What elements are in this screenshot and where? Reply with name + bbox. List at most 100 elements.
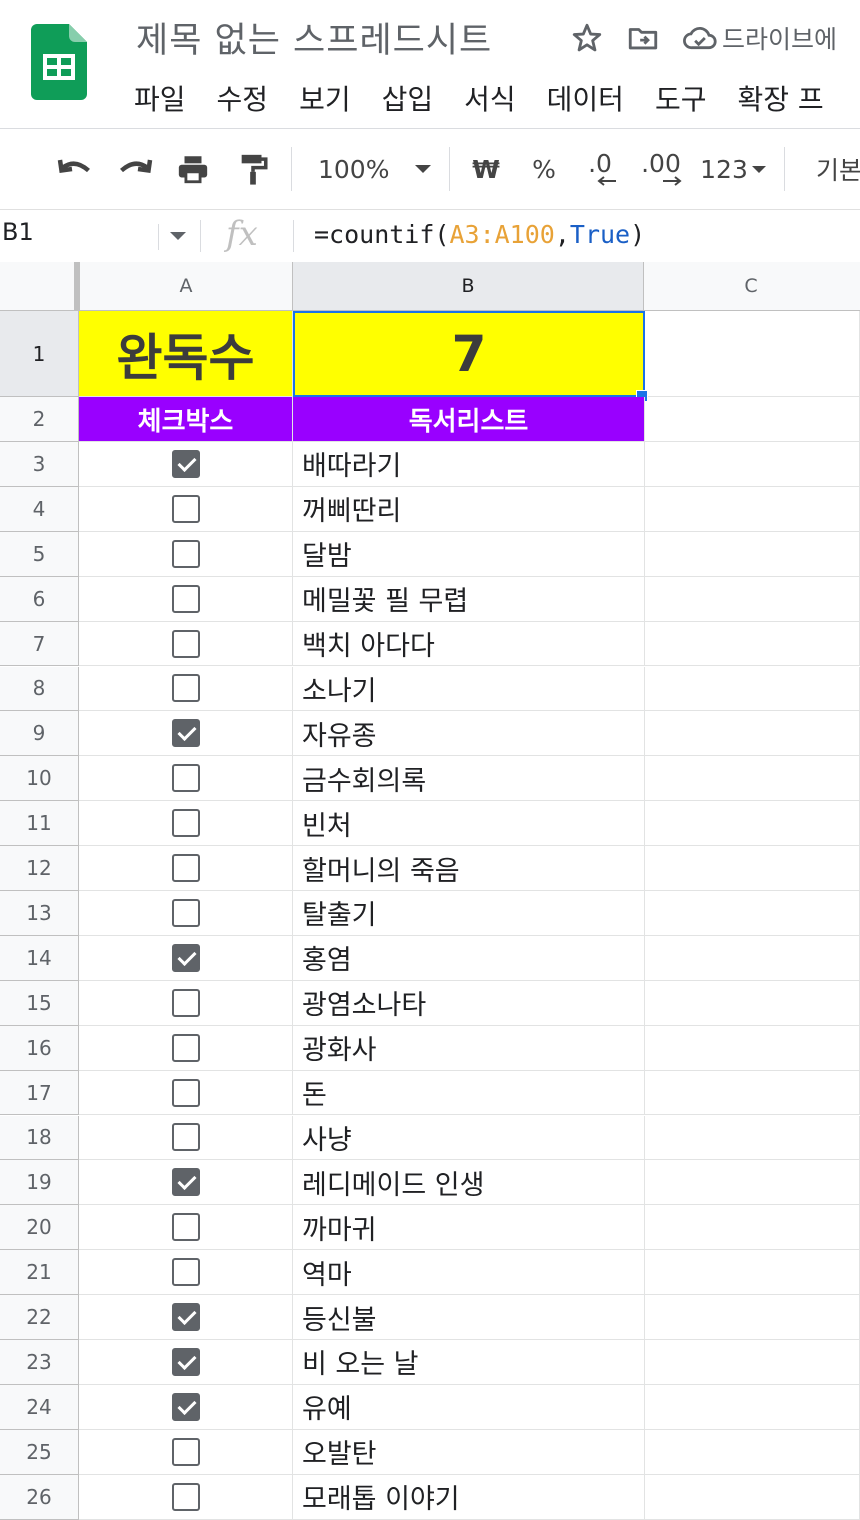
book-title-cell[interactable]: 금수회의록 — [293, 756, 645, 802]
empty-cell[interactable] — [645, 1295, 860, 1340]
select-all-corner[interactable] — [0, 262, 80, 310]
checkbox-unchecked[interactable] — [171, 854, 200, 883]
empty-cell[interactable] — [645, 1070, 860, 1116]
row-header[interactable]: 9 — [0, 711, 79, 757]
checkbox-checked[interactable] — [171, 719, 200, 748]
checkbox-unchecked[interactable] — [171, 809, 200, 838]
decrease-decimal-button[interactable]: .0 — [580, 129, 620, 209]
column-header-c[interactable]: C — [644, 262, 858, 310]
cell-a2[interactable]: 체크박스 — [79, 397, 293, 442]
checkbox-unchecked[interactable] — [171, 764, 200, 793]
menu-view[interactable]: 보기 — [299, 78, 351, 118]
checkbox-unchecked[interactable] — [171, 898, 200, 927]
document-title[interactable]: 제목 없는 스프레드시트 — [136, 12, 492, 63]
row-header[interactable]: 15 — [0, 980, 79, 1026]
checkbox-checked[interactable] — [171, 1392, 200, 1421]
book-title-cell[interactable]: 까마귀 — [293, 1205, 645, 1251]
book-title-cell[interactable]: 빈처 — [293, 801, 645, 847]
checkbox-unchecked[interactable] — [171, 1213, 200, 1242]
book-title-cell[interactable]: 등신불 — [293, 1295, 645, 1340]
move-folder-icon[interactable] — [626, 18, 660, 58]
checkbox-unchecked[interactable] — [171, 1078, 200, 1107]
book-title-cell[interactable]: 사냥 — [293, 1115, 645, 1161]
menu-tools[interactable]: 도구 — [655, 78, 707, 118]
checkbox-unchecked[interactable] — [171, 988, 200, 1017]
row-header[interactable]: 20 — [0, 1205, 79, 1251]
row-header[interactable]: 4 — [0, 486, 79, 532]
checkbox-unchecked[interactable] — [171, 1437, 200, 1466]
percent-format-button[interactable]: % — [528, 129, 560, 209]
sheets-logo-icon[interactable] — [31, 24, 87, 100]
empty-cell[interactable] — [645, 576, 860, 622]
currency-format-button[interactable]: ₩ — [468, 129, 504, 209]
number-format-select[interactable]: 123 — [696, 129, 770, 209]
row-header[interactable]: 6 — [0, 576, 79, 622]
checkbox-unchecked[interactable] — [171, 494, 200, 523]
empty-cell[interactable] — [645, 1474, 860, 1520]
book-title-cell[interactable]: 광염소나타 — [293, 980, 645, 1026]
empty-cell[interactable] — [645, 711, 860, 757]
book-title-cell[interactable]: 탈출기 — [293, 891, 645, 936]
book-title-cell[interactable]: 모래톱 이야기 — [293, 1474, 645, 1520]
empty-cell[interactable] — [645, 1115, 860, 1161]
checkbox-unchecked[interactable] — [171, 1482, 200, 1511]
row-header[interactable]: 19 — [0, 1160, 79, 1206]
empty-cell[interactable] — [645, 1205, 860, 1251]
empty-cell[interactable] — [645, 935, 860, 981]
empty-cell[interactable] — [645, 1384, 860, 1430]
menu-data[interactable]: 데이터 — [547, 78, 624, 118]
menu-extensions[interactable]: 확장 프 — [737, 78, 823, 118]
row-header[interactable]: 12 — [0, 846, 79, 891]
paint-format-icon[interactable] — [230, 129, 276, 209]
checkbox-unchecked[interactable] — [171, 584, 200, 613]
menu-edit[interactable]: 수정 — [217, 78, 269, 118]
row-header[interactable]: 10 — [0, 756, 79, 802]
empty-cell[interactable] — [645, 756, 860, 802]
row-header[interactable]: 11 — [0, 801, 79, 847]
book-title-cell[interactable]: 광화사 — [293, 1025, 645, 1071]
row-header[interactable]: 26 — [0, 1474, 79, 1520]
drive-status-text[interactable]: 드라이브에 — [722, 20, 837, 56]
book-title-cell[interactable]: 소나기 — [293, 666, 645, 712]
row-header[interactable]: 8 — [0, 666, 79, 712]
empty-cell[interactable] — [645, 1340, 860, 1385]
book-title-cell[interactable]: 비 오는 날 — [293, 1340, 645, 1385]
checkbox-checked[interactable] — [171, 943, 200, 972]
row-header[interactable]: 14 — [0, 935, 79, 981]
row-header[interactable]: 5 — [0, 531, 79, 577]
row-header[interactable]: 2 — [0, 397, 79, 442]
empty-cell[interactable] — [645, 1025, 860, 1071]
checkbox-unchecked[interactable] — [171, 1258, 200, 1287]
cell-b1-selected[interactable]: 7 — [293, 311, 645, 397]
row-header[interactable]: 13 — [0, 891, 79, 936]
book-title-cell[interactable]: 레디메이드 인생 — [293, 1160, 645, 1206]
checkbox-unchecked[interactable] — [171, 629, 200, 658]
book-title-cell[interactable]: 돈 — [293, 1070, 645, 1116]
cloud-saved-icon[interactable] — [682, 18, 718, 58]
row-header[interactable]: 17 — [0, 1070, 79, 1116]
menu-format[interactable]: 서식 — [464, 78, 516, 118]
row-header[interactable]: 16 — [0, 1025, 79, 1071]
checkbox-checked[interactable] — [171, 1347, 200, 1376]
checkbox-unchecked[interactable] — [171, 539, 200, 568]
column-header-b[interactable]: B — [293, 262, 644, 310]
redo-icon[interactable] — [112, 129, 158, 209]
row-header[interactable]: 3 — [0, 442, 79, 487]
empty-cell[interactable] — [645, 486, 860, 532]
empty-cell[interactable] — [645, 1160, 860, 1206]
book-title-cell[interactable]: 오발탄 — [293, 1429, 645, 1475]
empty-cell[interactable] — [645, 891, 860, 936]
cell-c2[interactable] — [645, 397, 860, 442]
row-header[interactable]: 22 — [0, 1295, 79, 1340]
book-title-cell[interactable]: 홍염 — [293, 935, 645, 981]
empty-cell[interactable] — [645, 801, 860, 847]
empty-cell[interactable] — [645, 846, 860, 891]
checkbox-checked[interactable] — [171, 1168, 200, 1197]
empty-cell[interactable] — [645, 621, 860, 667]
checkbox-unchecked[interactable] — [171, 1123, 200, 1152]
empty-cell[interactable] — [645, 531, 860, 577]
book-title-cell[interactable]: 역마 — [293, 1250, 645, 1296]
name-box[interactable]: B1 — [2, 218, 34, 246]
book-title-cell[interactable]: 메밀꽃 필 무렵 — [293, 576, 645, 622]
menu-insert[interactable]: 삽입 — [382, 78, 434, 118]
